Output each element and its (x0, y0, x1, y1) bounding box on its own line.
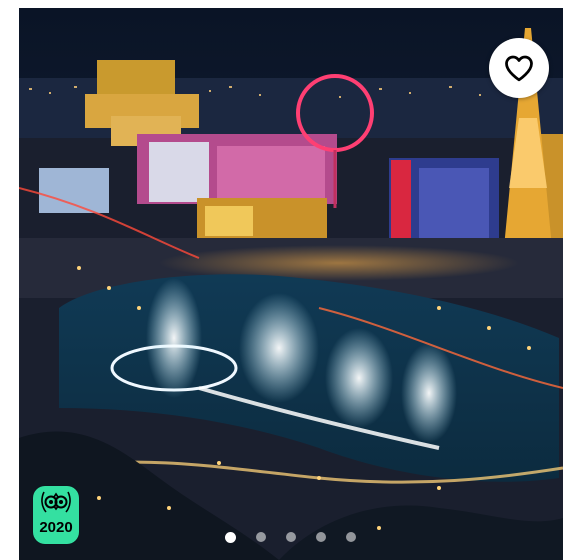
carousel-dots (225, 531, 356, 543)
owl-eyes-icon (41, 491, 71, 513)
carousel-dot-2[interactable] (256, 532, 266, 542)
heart-outline-icon (505, 55, 533, 82)
badge-year: 2020 (39, 519, 73, 536)
carousel-dot-4[interactable] (316, 532, 326, 542)
favorite-button[interactable] (489, 38, 549, 98)
listing-photo-card[interactable]: 2020 (19, 8, 563, 560)
travelers-choice-badge: 2020 (33, 486, 79, 544)
las-vegas-night-photo (19, 8, 563, 560)
carousel-dot-3[interactable] (286, 532, 296, 542)
carousel-dot-5[interactable] (346, 532, 356, 542)
carousel-dot-1[interactable] (225, 531, 236, 543)
